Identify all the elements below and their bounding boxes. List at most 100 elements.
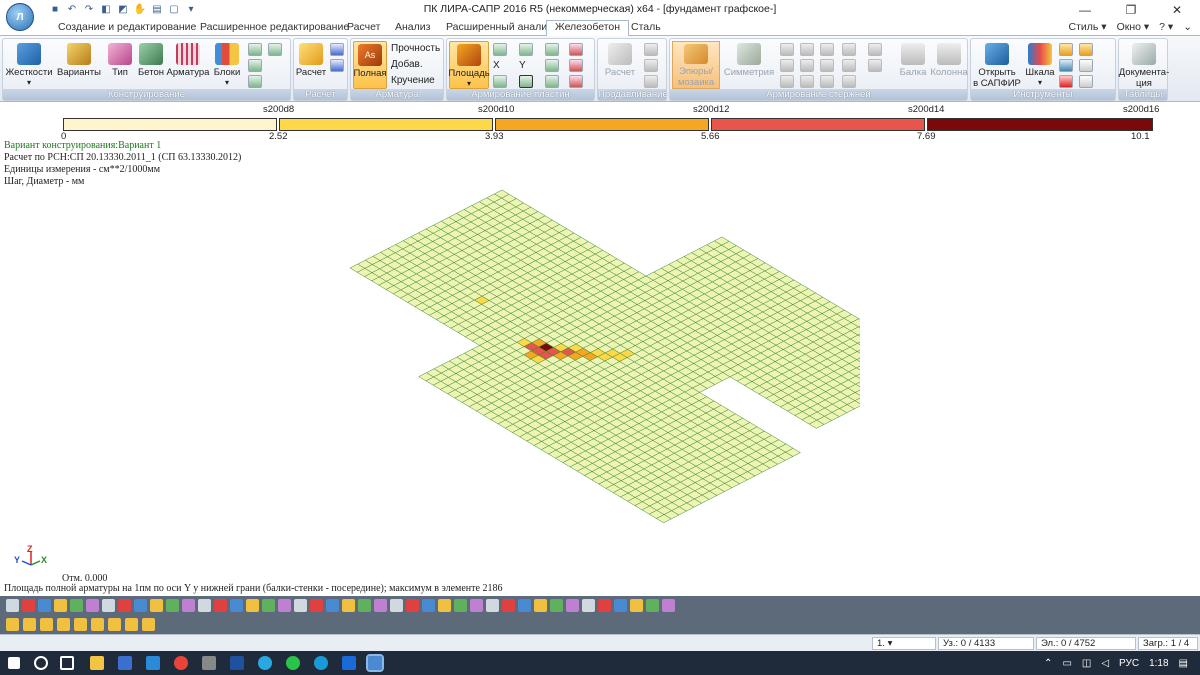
plate-d-icon[interactable] xyxy=(545,59,559,72)
view-tool-29-icon[interactable] xyxy=(454,599,467,612)
beam-button[interactable]: Балка xyxy=(896,41,930,89)
display-tool-5-icon[interactable] xyxy=(74,618,87,631)
plate-f-icon[interactable] xyxy=(519,75,533,88)
view-tool-12-icon[interactable] xyxy=(182,599,195,612)
bar-d-icon[interactable] xyxy=(842,43,856,56)
view-tool-28-icon[interactable] xyxy=(438,599,451,612)
battery-icon[interactable]: ▭ xyxy=(1062,658,1071,669)
punch-b-icon[interactable] xyxy=(644,59,658,72)
close-button[interactable]: ✕ xyxy=(1154,0,1200,19)
symmetry-button[interactable]: Симметрия xyxy=(722,41,776,89)
view-tool-40-icon[interactable] xyxy=(630,599,643,612)
view-tool-2-icon[interactable] xyxy=(22,599,35,612)
clock[interactable]: 1:18 xyxy=(1149,658,1168,669)
bar-a-icon[interactable] xyxy=(780,43,794,56)
view-tool-24-icon[interactable] xyxy=(374,599,387,612)
tab-create-edit[interactable]: Создание и редактирование xyxy=(58,21,196,33)
plate-x-button[interactable]: X xyxy=(493,60,500,71)
explorer-icon[interactable] xyxy=(90,656,104,670)
tab-calc[interactable]: Расчет xyxy=(347,21,380,33)
view-tool-10-icon[interactable] xyxy=(150,599,163,612)
view-tool-3-icon[interactable] xyxy=(38,599,51,612)
plate-a-icon[interactable] xyxy=(493,43,507,56)
tab-advanced-analysis[interactable]: Расширенный анализ xyxy=(446,21,552,33)
stiffness-button[interactable]: Жесткости ▾ xyxy=(5,41,53,89)
display-tool-6-icon[interactable] xyxy=(91,618,104,631)
display-tool-9-icon[interactable] xyxy=(142,618,155,631)
display-tool-7-icon[interactable] xyxy=(108,618,121,631)
store-icon[interactable] xyxy=(342,656,356,670)
view-tool-19-icon[interactable] xyxy=(294,599,307,612)
view-tool-23-icon[interactable] xyxy=(358,599,371,612)
view-tool-33-icon[interactable] xyxy=(518,599,531,612)
punch-c-icon[interactable] xyxy=(644,75,658,88)
telegram-icon[interactable] xyxy=(258,656,272,670)
calc-opt-b-icon[interactable] xyxy=(330,59,344,72)
bar-m-icon[interactable] xyxy=(820,75,834,88)
slab-mesh[interactable] xyxy=(349,189,860,524)
bar-f-icon[interactable] xyxy=(780,59,794,72)
display-tool-3-icon[interactable] xyxy=(40,618,53,631)
tool-d-icon[interactable] xyxy=(248,75,262,88)
bar-g-icon[interactable] xyxy=(800,59,814,72)
view-tool-38-icon[interactable] xyxy=(598,599,611,612)
task-view-icon[interactable] xyxy=(60,656,74,670)
start-icon[interactable] xyxy=(8,657,20,669)
bar-k-icon[interactable] xyxy=(780,75,794,88)
view-tool-25-icon[interactable] xyxy=(390,599,403,612)
tool-close-x-icon[interactable] xyxy=(1079,43,1093,56)
calc-button[interactable]: Расчет xyxy=(296,41,326,89)
bar-j-icon[interactable] xyxy=(868,59,882,72)
view-tool-13-icon[interactable] xyxy=(198,599,211,612)
strength-button[interactable]: Прочность xyxy=(391,43,440,54)
torsion-button[interactable]: Кручение xyxy=(391,75,435,86)
plate-g-icon[interactable] xyxy=(545,75,559,88)
style-menu[interactable]: Стиль ▾ xyxy=(1069,21,1107,33)
view-tool-16-icon[interactable] xyxy=(246,599,259,612)
view-tool-39-icon[interactable] xyxy=(614,599,627,612)
display-tool-2-icon[interactable] xyxy=(23,618,36,631)
rebar-button[interactable]: Арматура xyxy=(167,41,209,89)
scale-button[interactable]: Шкала ▾ xyxy=(1023,41,1057,89)
lira-app-icon[interactable] xyxy=(366,654,384,672)
plate-i-icon[interactable] xyxy=(569,59,583,72)
search-icon[interactable] xyxy=(34,656,48,670)
bar-i-icon[interactable] xyxy=(842,59,856,72)
view-tool-26-icon[interactable] xyxy=(406,599,419,612)
view-tool-1-icon[interactable] xyxy=(6,599,19,612)
diagrams-button[interactable]: Эпюры/ мозаика xyxy=(672,41,720,89)
area-button[interactable]: Площадь ▾ xyxy=(448,41,490,89)
notifications-icon[interactable]: ▤ xyxy=(1179,658,1188,669)
app-logo-icon[interactable]: Л xyxy=(6,3,34,31)
tool-list-icon[interactable] xyxy=(1079,75,1093,88)
minimize-button[interactable]: — xyxy=(1062,0,1108,19)
full-button[interactable]: As Полная xyxy=(353,41,387,89)
bar-n-icon[interactable] xyxy=(842,75,856,88)
tab-analysis[interactable]: Анализ xyxy=(395,21,430,33)
view-tool-31-icon[interactable] xyxy=(486,599,499,612)
view-tool-11-icon[interactable] xyxy=(166,599,179,612)
variants-button[interactable]: Варианты xyxy=(55,41,103,89)
tab-advanced-edit[interactable]: Расширенное редактирование xyxy=(200,21,349,33)
bar-h-icon[interactable] xyxy=(820,59,834,72)
chrome-icon[interactable] xyxy=(174,656,188,670)
tool-cursor-icon[interactable] xyxy=(1059,59,1073,72)
display-tool-4-icon[interactable] xyxy=(57,618,70,631)
view-tool-34-icon[interactable] xyxy=(534,599,547,612)
documentation-button[interactable]: Документа- ция xyxy=(1119,41,1169,89)
mail-icon[interactable] xyxy=(146,656,160,670)
view-tool-36-icon[interactable] xyxy=(566,599,579,612)
rd-icon[interactable] xyxy=(230,656,244,670)
language-indicator[interactable]: РУС xyxy=(1119,658,1139,669)
bar-c-icon[interactable] xyxy=(820,43,834,56)
view-tool-27-icon[interactable] xyxy=(422,599,435,612)
view-tool-32-icon[interactable] xyxy=(502,599,515,612)
tool-c-icon[interactable] xyxy=(248,59,262,72)
open-sapfir-button[interactable]: Открыть в САПФИР xyxy=(973,41,1021,89)
view-tool-8-icon[interactable] xyxy=(118,599,131,612)
edge-icon[interactable] xyxy=(314,656,328,670)
plate-c-icon[interactable] xyxy=(545,43,559,56)
tab-reinforced-concrete[interactable]: Железобетон xyxy=(546,20,630,36)
view-tool-21-icon[interactable] xyxy=(326,599,339,612)
view-tool-15-icon[interactable] xyxy=(230,599,243,612)
